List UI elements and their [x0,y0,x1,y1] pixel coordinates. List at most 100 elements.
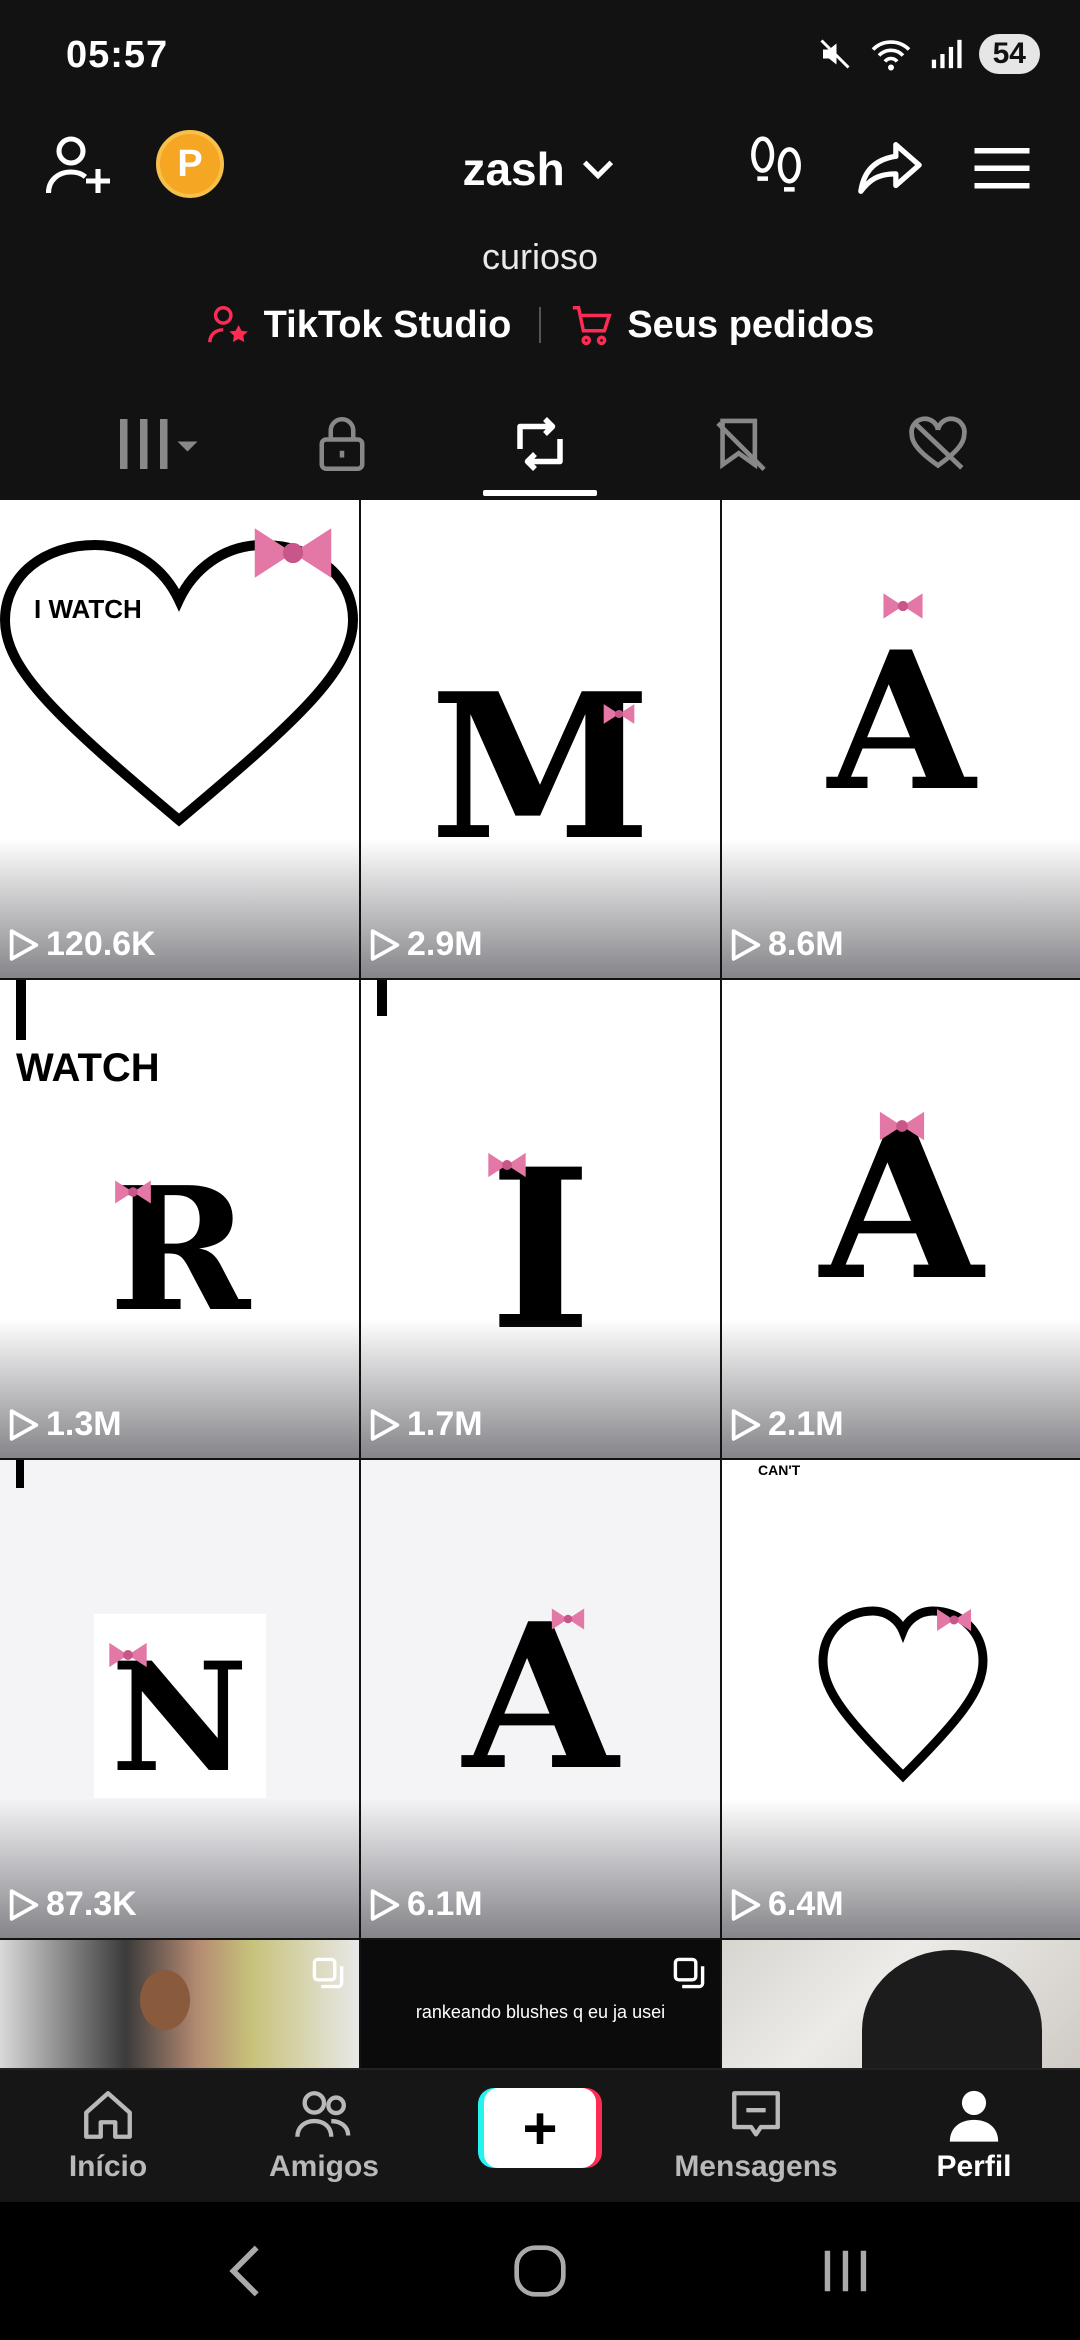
video-thumbnail[interactable]: CAN'T 6.4M [722,1460,1080,1938]
divider [539,307,542,343]
nav-home[interactable]: Início [28,2086,188,2184]
caret-mark [377,980,387,1016]
nav-friends[interactable]: Amigos [244,2086,404,2184]
view-count: 2.9M [369,925,483,964]
video-thumbnail[interactable]: A 2.1M [722,980,1080,1458]
tab-saved[interactable] [696,414,786,474]
view-count: 6.1M [369,1885,483,1924]
view-count-value: 1.3M [46,1405,122,1443]
play-icon [731,928,761,961]
view-count-value: 2.1M [768,1405,844,1443]
view-count: 1.3M [8,1405,122,1444]
profile-icon [949,2090,999,2142]
person-face [140,1970,190,2030]
view-count-value: 1.7M [407,1405,483,1443]
content-tabs [0,400,1080,500]
footprints-icon[interactable] [740,128,812,208]
username: zash [462,142,565,195]
share-icon[interactable] [850,128,930,208]
lock-icon [319,417,365,471]
video-thumbnail[interactable]: WATCH R 1.3M [0,980,359,1458]
play-icon [370,1888,400,1921]
overlay-top-text: WATCH [16,1046,160,1090]
overlay-text: I WATCH [34,594,142,624]
home-icon [84,2091,132,2139]
play-icon [731,1408,761,1441]
view-count: 6.4M [730,1885,844,1924]
liked-icon [909,416,967,470]
friends-icon [295,2091,351,2137]
pink-bow-icon [488,1152,526,1178]
view-count-value: 6.1M [407,1885,483,1923]
bookmark-icon [716,418,766,472]
overlay-letter: A [462,1580,619,1815]
video-thumbnail[interactable]: N 87.3K [0,1460,359,1938]
play-icon [370,928,400,961]
view-count: 2.1M [730,1405,844,1444]
plus-icon: + [484,2088,596,2168]
video-thumbnail[interactable]: I 1.7M [361,980,720,1458]
nav-friends-label: Amigos [268,2150,379,2183]
create-button[interactable]: + [478,2088,602,2168]
menu-icon[interactable] [966,132,1038,204]
back-icon[interactable] [210,2236,280,2306]
overlay-top-text: CAN'T [758,1462,801,1478]
profile-bio: curioso [481,236,599,277]
tiktok-studio-label: TikTok Studio [263,303,512,346]
grid-icon [120,419,198,469]
video-thumbnail[interactable] [722,1940,1080,2068]
video-caption: rankeando blushes q eu ja usei [415,2002,666,2022]
status-time: 05:57 [66,34,169,76]
caret-mark [16,980,26,1040]
play-icon [370,1408,400,1441]
chevron-down-icon [582,160,613,180]
pink-bow-icon [937,1609,971,1631]
status-icons: 54 [817,34,1040,74]
tab-videos[interactable] [110,414,210,474]
overlay-letter: A [827,610,976,833]
inbox-icon [732,2091,780,2137]
video-thumbnail[interactable] [0,1940,359,2068]
nav-inbox[interactable]: Mensagens [674,2086,838,2184]
play-icon [9,928,39,961]
battery-level: 54 [978,34,1040,74]
play-icon [731,1888,761,1921]
view-count-value: 6.4M [768,1885,844,1923]
pink-bow-icon [879,1111,925,1141]
pink-bow-icon [109,1642,147,1668]
recents-icon[interactable] [810,2236,880,2306]
pink-bow-icon [254,528,332,578]
hair-silhouette [862,1950,1042,2068]
play-icon [9,1408,39,1441]
orders-link[interactable]: Seus pedidos [569,302,874,348]
pink-bow-icon [115,1180,151,1204]
view-count-value: 8.6M [768,925,844,963]
profile-quick-links: TikTok Studio Seus pedidos [0,302,1080,348]
play-icon [9,1888,39,1921]
bottom-nav: Início Amigos + Mensagens Perfil [0,2068,1080,2204]
tab-liked[interactable] [893,414,983,474]
view-count-value: 120.6K [46,925,156,963]
view-count: 1.7M [369,1405,483,1444]
nav-profile[interactable]: Perfil [894,2086,1054,2184]
wifi-icon [871,40,910,71]
pink-bow-icon [883,593,923,619]
video-thumbnail[interactable]: I WATCH 120.6K [0,500,359,978]
cart-icon [573,306,612,346]
active-tab-indicator [483,490,597,496]
tab-reposts[interactable] [495,414,585,474]
nav-profile-label: Perfil [936,2150,1012,2183]
tab-private[interactable] [297,414,387,474]
nav-inbox-label: Mensagens [674,2150,838,2183]
status-bar: 05:57 54 [0,0,1080,110]
multi-photo-icon [673,1957,705,1989]
video-thumbnail[interactable]: A 8.6M [722,500,1080,978]
overlay-letter: N [110,1630,249,1806]
signal-icon [931,39,962,69]
video-thumbnail[interactable]: A 6.1M [361,1460,720,1938]
video-thumbnail[interactable]: rankeando blushes q eu ja usei [361,1940,720,2068]
home-circle-icon[interactable] [505,2236,575,2306]
tiktok-studio-link[interactable]: TikTok Studio [206,302,512,348]
caret-mark [16,1460,24,1488]
video-thumbnail[interactable]: M 2.9M [361,500,720,978]
